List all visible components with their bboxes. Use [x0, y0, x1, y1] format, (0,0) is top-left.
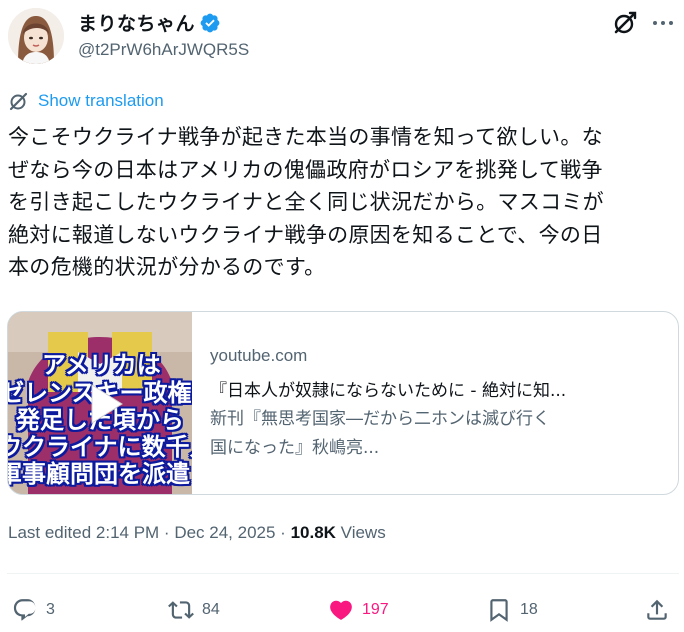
grok-icon[interactable] [612, 10, 638, 36]
more-options-icon[interactable] [650, 10, 676, 36]
share-button[interactable] [644, 592, 670, 628]
tweet-text-line: 絶対に報道しないウクライナ戦争の原因を知ることで、今の日 [8, 222, 603, 247]
like-count: 197 [362, 601, 389, 618]
show-translation-label: Show translation [38, 91, 164, 110]
heart-filled-icon [330, 600, 352, 620]
link-preview-card[interactable]: アメリカは ゼレンスキー政権が 発足した頃から ウクライナに数千人 軍事顧問団を… [7, 311, 679, 495]
grok-translate-icon [9, 92, 28, 111]
avatar[interactable] [8, 8, 64, 64]
thumbnail-caption-line: 軍事顧問団を派遣 [8, 460, 190, 488]
action-bar: 3 84 197 18 [0, 592, 684, 628]
play-icon[interactable] [82, 381, 128, 427]
divider [7, 573, 679, 574]
card-title[interactable]: 『日本人が奴隷にならないために - 絶対に知... [210, 376, 665, 401]
card-domain: youtube.com [210, 346, 308, 365]
tweet-header: まりなちゃん @t2PrW6hArJWQR5S [0, 0, 684, 80]
tweet-text-line: 今こそウクライナ戦争が起きた本当の事情を知って欲しい。な [8, 125, 603, 149]
tweet-text-line: 本の危機的状況が分かるのです。 [8, 255, 326, 279]
tweet-text: 今こそウクライナ戦争が起きた本当の事情を知って欲しい。な ぜなら今の日本はアメリ… [8, 121, 682, 284]
edited-timestamp[interactable]: Last edited 2:14 PM · Dec 24, 2025 · [8, 523, 291, 542]
video-thumbnail[interactable]: アメリカは ゼレンスキー政権が 発足した頃から ウクライナに数千人 軍事顧問団を… [8, 312, 192, 494]
share-icon [647, 599, 667, 620]
tweet-text-line: ぜなら今の日本はアメリカの傀儡政府がロシアを挑発して戦争 [8, 157, 603, 182]
repost-button[interactable]: 84 [168, 592, 220, 628]
views-count: 10.8K [290, 523, 336, 542]
card-description: 新刊『無思考国家―だから二ホンは滅び行く 国になった』秋嶋亮... [210, 405, 665, 463]
user-handle[interactable]: @t2PrW6hArJWQR5S [78, 40, 249, 60]
verified-badge-icon[interactable] [199, 12, 221, 34]
card-description-line: 新刊『無思考国家―だから二ホンは滅び行く [210, 409, 550, 429]
views-label: Views [335, 523, 386, 542]
like-button[interactable]: 197 [328, 592, 389, 628]
tweet-text-line: を引き起こしたウクライナと全く同じ状況だから。マスコミが [8, 190, 604, 214]
avatar-illustration [8, 8, 64, 64]
repost-count: 84 [202, 601, 220, 618]
thumbnail-caption-line: アメリカは [42, 351, 161, 379]
tweet-meta: Last edited 2:14 PM · Dec 24, 2025 · 10.… [8, 523, 386, 543]
card-description-line: 国になった』秋嶋亮... [210, 438, 380, 458]
thumbnail-caption-line: ウクライナに数千人 [8, 433, 192, 461]
display-name[interactable]: まりなちゃん [78, 9, 195, 36]
reply-icon [13, 599, 36, 621]
reply-button[interactable]: 3 [12, 592, 55, 628]
bookmark-count: 18 [520, 601, 538, 618]
bookmark-icon [490, 599, 508, 622]
name-row: まりなちゃん [78, 9, 221, 36]
show-translation-link[interactable]: Show translation [8, 90, 164, 112]
bookmark-button[interactable]: 18 [486, 592, 538, 628]
reply-count: 3 [46, 601, 55, 618]
repost-icon [168, 601, 194, 619]
